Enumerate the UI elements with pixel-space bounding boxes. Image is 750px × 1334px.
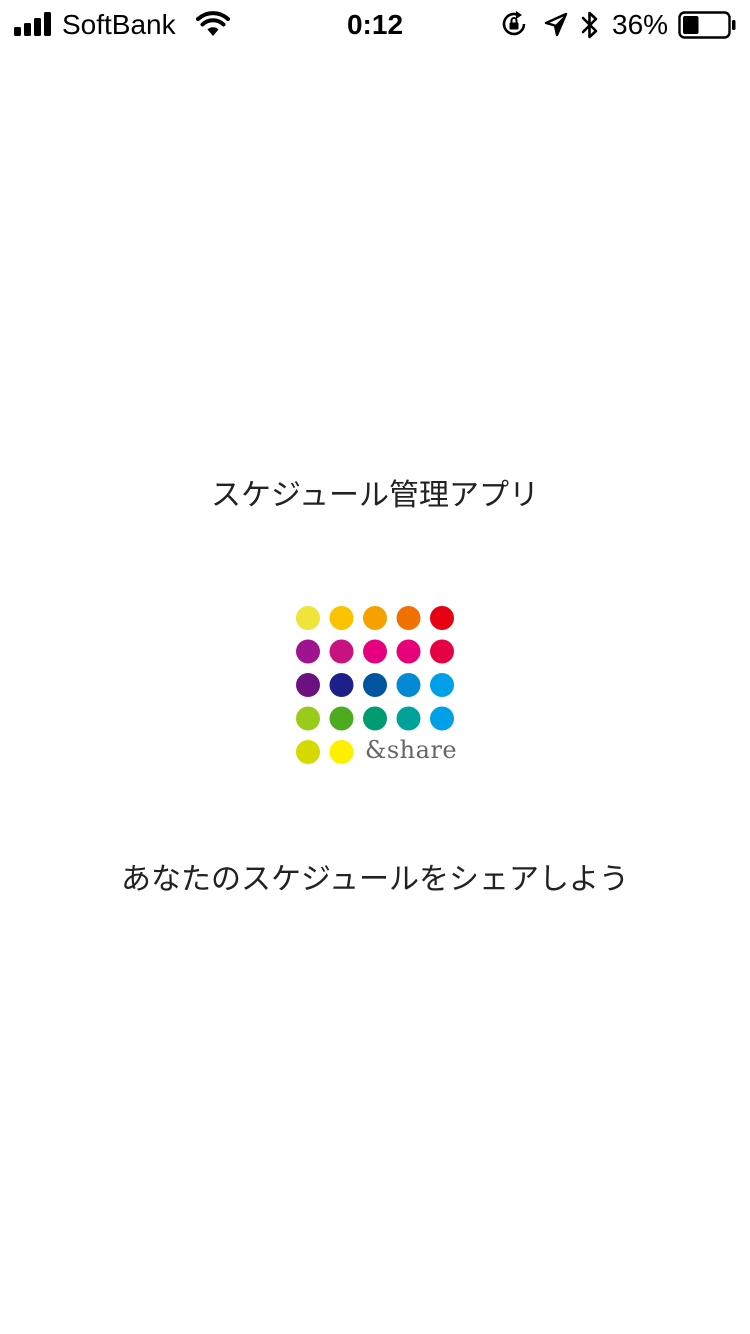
logo-dot xyxy=(396,606,421,630)
andshare-logo: &share xyxy=(296,606,457,764)
logo-dot xyxy=(396,706,421,731)
bluetooth-icon xyxy=(581,11,598,39)
logo-dot xyxy=(396,673,421,697)
logo-dot xyxy=(430,606,454,630)
logo-dot xyxy=(430,673,454,697)
logo-dot xyxy=(296,606,320,630)
logo-dot xyxy=(329,706,354,731)
logo-wordmark: &share xyxy=(365,736,457,764)
tagline: あなたのスケジュールをシェアしよう xyxy=(121,862,629,897)
battery-icon xyxy=(678,11,736,39)
logo-dot xyxy=(329,740,354,764)
logo-dot xyxy=(329,673,354,697)
logo-dot xyxy=(329,606,354,630)
app-title: スケジュール管理アプリ xyxy=(211,478,539,513)
location-icon xyxy=(544,12,568,37)
logo-dot xyxy=(363,673,387,697)
battery-percentage: 36% xyxy=(612,9,669,40)
logo-dot xyxy=(363,606,387,630)
logo-dot xyxy=(296,639,320,664)
logo-dot xyxy=(296,673,320,697)
logo-dot xyxy=(296,740,320,764)
status-bar: SoftBank 0:12 36% xyxy=(0,0,750,50)
rotation-lock-icon xyxy=(502,11,526,36)
logo-dot xyxy=(363,706,387,731)
logo-dot xyxy=(329,639,354,664)
logo-dot xyxy=(396,639,421,664)
logo-dot xyxy=(363,639,387,664)
logo-dot xyxy=(296,706,320,731)
logo-dot xyxy=(430,706,454,731)
logo-dot xyxy=(430,639,454,664)
